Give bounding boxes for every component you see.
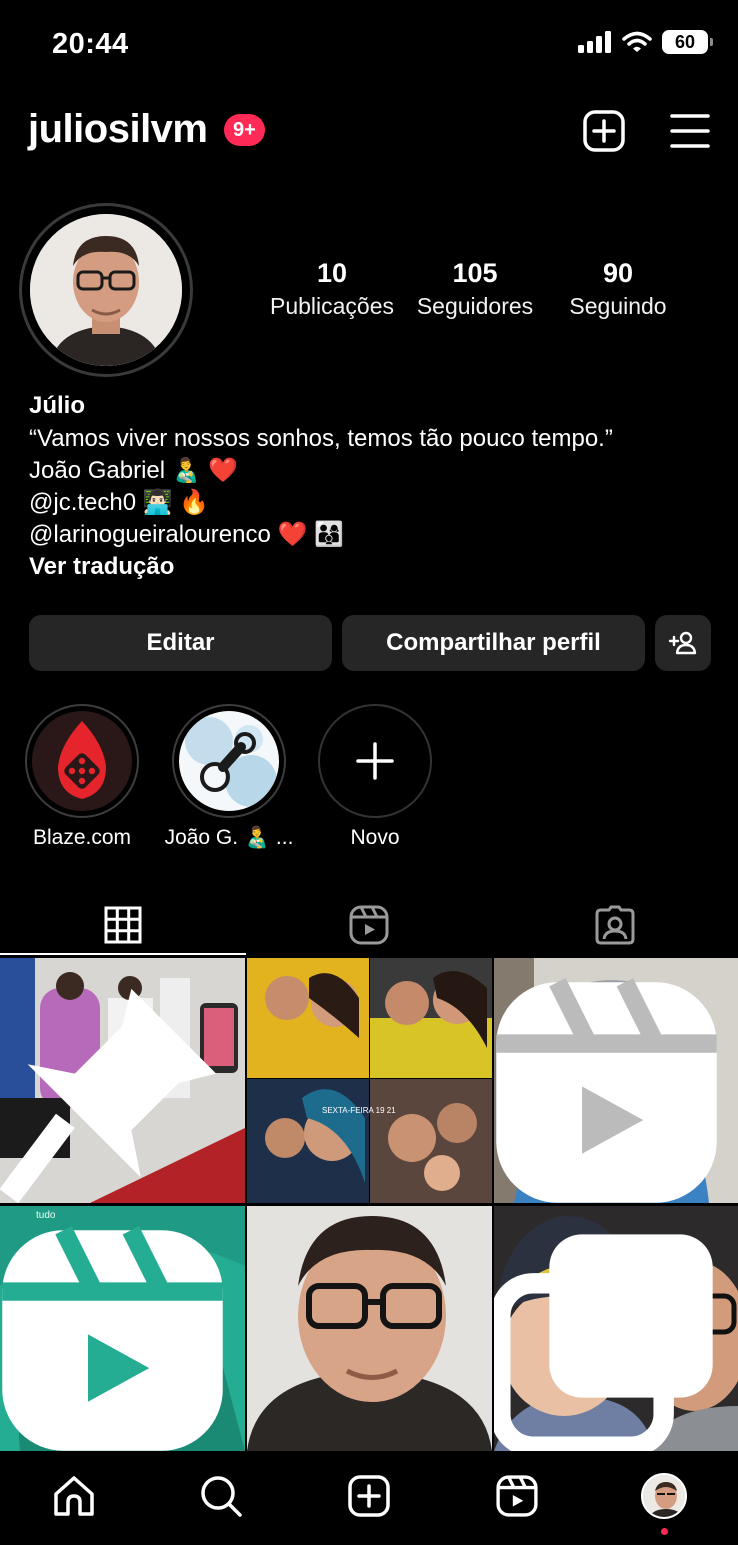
highlight-blaze[interactable] [25,704,139,818]
stat-posts-count: 10 [316,258,348,288]
create-icon [348,1475,390,1517]
search-icon [201,1476,243,1517]
highlight-blaze-label: Blaze.com [32,826,132,849]
edit-profile-button[interactable]: Editar [29,615,332,671]
add-person-icon [668,631,697,655]
tab-tagged[interactable] [492,895,738,955]
profile-name: Júlio [29,392,86,419]
create-post-icon[interactable] [583,110,625,152]
profile-avatar[interactable] [19,203,193,377]
bio-line-son: João Gabriel 👨‍🍼 ❤️ [29,457,239,484]
post-2-thumbnail: SEXTA-FEIRA 19 21 [247,958,492,1203]
bottom-navigation [0,1451,738,1545]
status-time: 20:44 [52,28,129,60]
grid-post-4[interactable]: tudo [0,1206,245,1451]
tab-reels[interactable] [246,895,492,955]
status-indicators: 60 [578,30,713,54]
tab-posts-grid[interactable] [0,895,246,955]
grid-post-3[interactable] [494,958,738,1203]
bio-link-jctech[interactable]: @jc.tech0 👨🏻‍💻 🔥 [29,487,209,519]
wifi-icon [622,31,652,52]
stat-following-label: Seguindo [569,293,667,319]
notification-badge[interactable]: 9+ [224,114,265,146]
grid-post-6[interactable] [494,1206,738,1451]
profile-username[interactable]: juliosilvm [28,107,208,152]
new-highlight-label: Novo [350,826,400,849]
nav-reels[interactable] [487,1471,547,1521]
stat-followers-count: 105 [452,258,498,288]
discover-people-button[interactable] [655,615,711,671]
activity-dot [661,1528,669,1535]
home-icon [54,1476,94,1516]
nav-home[interactable] [44,1471,104,1521]
stat-following-count: 90 [602,258,634,288]
stat-followers-label: Seguidores [416,293,534,319]
battery-indicator: 60 [662,30,713,54]
highlight-joao[interactable] [172,704,286,818]
profile-photo [30,214,182,366]
pin-icon [0,988,217,1203]
bio-quote: “Vamos viver nossos sonhos, temos tão po… [29,425,613,452]
stat-posts[interactable]: 10 Publicações [262,258,402,320]
stat-following[interactable]: 90 Seguindo [548,258,688,320]
grid-overlay-text: SEXTA-FEIRA 19 21 [322,1106,396,1115]
stat-followers[interactable]: 105 Seguidores [405,258,545,320]
grid-post-2[interactable]: SEXTA-FEIRA 19 21 [247,958,492,1203]
grid-post-5[interactable] [247,1206,492,1451]
highlight-joao-cover [179,711,279,811]
grid-post-1[interactable] [0,958,245,1203]
reels-icon [2,1226,223,1451]
reels-icon [495,1475,538,1517]
bio-link-larinogueira[interactable]: @larinogueiralourenco ❤️ 👨‍👩‍👦 [29,519,344,551]
reels-icon [496,978,717,1203]
share-profile-button[interactable]: Compartilhar perfil [342,615,645,671]
highlight-blaze-cover [32,711,132,811]
menu-icon[interactable] [670,113,710,149]
active-tab-indicator [0,953,246,955]
translate-link[interactable]: Ver tradução [29,551,174,583]
carousel-icon [494,1234,713,1451]
highlight-joao-label: João G. 👨‍🍼 ... [164,826,294,849]
reels-icon [349,905,389,945]
nav-profile[interactable] [634,1471,694,1535]
grid-icon [104,906,142,944]
cellular-signal-icon [578,31,611,53]
nav-create[interactable] [339,1471,399,1521]
profile-avatar-small [641,1473,688,1519]
tagged-icon [595,905,635,945]
stat-posts-label: Publicações [269,293,395,319]
post-5-thumbnail [247,1206,492,1451]
plus-icon [356,742,394,780]
new-highlight-button[interactable] [318,704,432,818]
nav-search[interactable] [191,1471,251,1521]
